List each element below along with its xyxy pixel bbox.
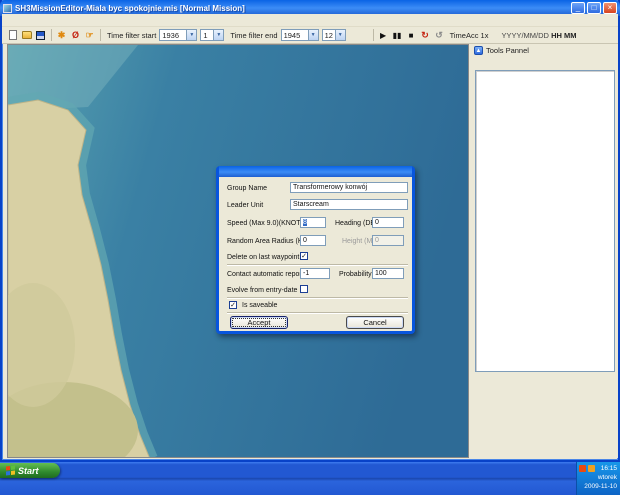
open-folder-icon: [22, 31, 32, 39]
speed-field[interactable]: 8: [300, 217, 326, 228]
divider: [227, 297, 408, 299]
group-properties-dialog[interactable]: Group Name Transformerowy konwój Leader …: [216, 166, 415, 334]
divider: [227, 312, 408, 314]
menu-bar: [2, 14, 618, 27]
save-floppy-icon: [36, 31, 45, 40]
pan-hand-icon[interactable]: ☞: [83, 29, 96, 41]
toolbar: ✱ Ø ☞ Time filter start 1936▼ 1▼ Time fi…: [2, 27, 618, 44]
mission-check-icon[interactable]: ✱: [55, 29, 68, 41]
time-filter-end-label: Time filter end: [230, 31, 277, 40]
stop-button[interactable]: ■: [405, 29, 418, 41]
explorer-tree[interactable]: [475, 70, 615, 372]
leader-unit-field[interactable]: Starscream: [290, 199, 408, 210]
time-compress-icon[interactable]: ↻: [419, 29, 432, 41]
leader-unit-label: Leader Unit: [227, 202, 263, 209]
speed-label: Speed (Max 9.0)(KNOTS): [227, 220, 308, 227]
start-button[interactable]: Start: [0, 463, 60, 478]
chevron-down-icon[interactable]: ▼: [213, 30, 223, 40]
start-month-select[interactable]: 1▼: [200, 29, 224, 41]
minimize-button[interactable]: _: [571, 2, 585, 14]
open-file-button[interactable]: [20, 29, 33, 41]
cancel-button[interactable]: Cancel: [346, 316, 404, 329]
tools-panel-title: Tools Pannel: [486, 46, 529, 55]
divider: [227, 264, 408, 266]
time-normal-icon[interactable]: ↺: [433, 29, 446, 41]
contact-report-field[interactable]: -1: [300, 268, 330, 279]
probability-field[interactable]: 100: [372, 268, 404, 279]
validate-icon[interactable]: Ø: [69, 29, 82, 41]
radius-label: Random Area Radius (KM): [227, 238, 311, 245]
chevron-down-icon[interactable]: ▼: [308, 30, 318, 40]
clock-date: 2009-11-10: [577, 482, 617, 491]
saveable-checkbox[interactable]: ✓: [229, 301, 237, 309]
evolve-checkbox[interactable]: [300, 285, 308, 293]
group-name-label: Group Name: [227, 185, 267, 192]
toolbar-separator: [373, 29, 374, 41]
app-window: SH3MissionEditor-Miala byc spokojnie.mis…: [0, 0, 620, 462]
tools-panel-tabs: [472, 56, 618, 70]
play-button[interactable]: ▶: [377, 29, 390, 41]
start-year-select[interactable]: 1936▼: [159, 29, 197, 41]
tools-panel: ▲ Tools Pannel: [472, 44, 618, 458]
accept-button[interactable]: Accept: [230, 316, 288, 329]
app-icon: [3, 4, 12, 13]
dialog-title-bar[interactable]: [219, 166, 412, 177]
start-label: Start: [18, 466, 39, 476]
collapse-panel-icon[interactable]: ▲: [474, 46, 483, 55]
pause-button[interactable]: ▮▮: [391, 29, 404, 41]
timeacc-label: TimeAcc 1x: [450, 31, 489, 40]
delete-waypoint-checkbox[interactable]: ✓: [300, 252, 308, 260]
tools-panel-header: ▲ Tools Pannel: [472, 44, 618, 56]
time-filter-start-label: Time filter start: [107, 31, 156, 40]
windows-flag-icon: [6, 466, 15, 476]
gg-tray-icon[interactable]: [588, 465, 595, 472]
window-title: SH3MissionEditor-Miala byc spokojnie.mis…: [15, 4, 569, 13]
height-label: Height (M): [342, 238, 375, 245]
taskbar-clock: 16:15 wtorek 2009-11-10: [576, 462, 620, 495]
evolve-label: Evolve from entry-date: [227, 287, 297, 294]
save-file-button[interactable]: [34, 29, 47, 41]
chevron-down-icon[interactable]: ▼: [186, 30, 196, 40]
group-name-field[interactable]: Transformerowy konwój: [290, 182, 408, 193]
radius-field[interactable]: 0: [300, 235, 326, 246]
toolbar-separator: [51, 29, 52, 41]
delete-waypoint-label: Delete on last waypoint: [227, 254, 299, 261]
new-file-icon: [9, 30, 17, 40]
datetime-display: YYYY/MM/DD HH MM: [501, 31, 576, 40]
end-month-select[interactable]: 12▼: [322, 29, 346, 41]
close-button[interactable]: ×: [603, 2, 617, 14]
clock-day: wtorek: [577, 473, 617, 482]
heading-field[interactable]: 0: [372, 217, 404, 228]
system-tray: [518, 464, 576, 493]
height-field: 0: [372, 235, 404, 246]
gg-tray-icon[interactable]: [579, 465, 586, 472]
toolbar-separator: [100, 29, 101, 41]
new-file-button[interactable]: [6, 29, 19, 41]
dialog-body: Group Name Transformerowy konwój Leader …: [219, 177, 412, 330]
end-year-select[interactable]: 1945▼: [281, 29, 319, 41]
maximize-button[interactable]: □: [587, 2, 601, 14]
taskbar: Start 16:15 wtorek 2009-11-10: [0, 462, 620, 495]
chevron-down-icon[interactable]: ▼: [335, 30, 345, 40]
saveable-label: Is saveable: [242, 302, 277, 309]
